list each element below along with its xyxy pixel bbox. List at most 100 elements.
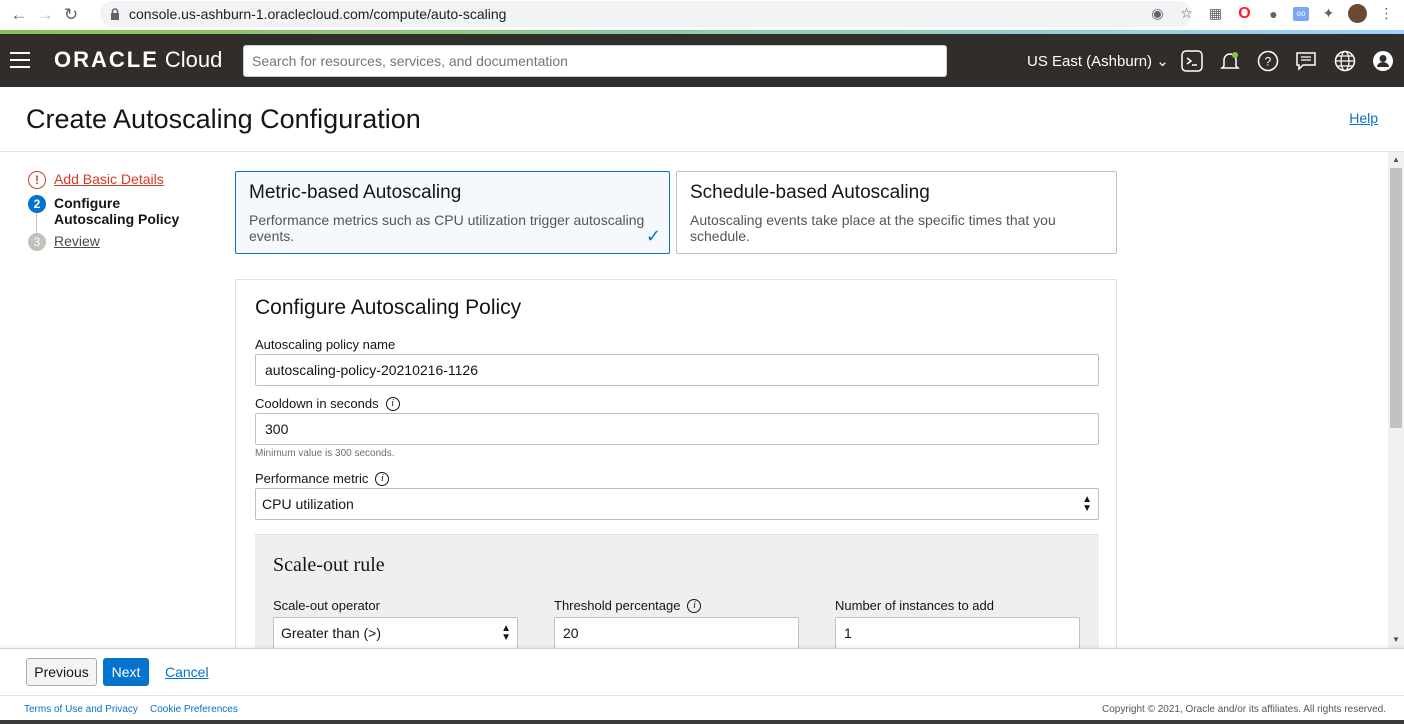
input-value: 1 [844,625,852,641]
search-input[interactable] [243,45,947,77]
cart-extension-icon[interactable]: ▦ [1206,4,1225,23]
help-circle-icon[interactable]: ? [1256,49,1280,73]
step-add-basic-details[interactable]: ! Add Basic Details [28,171,218,189]
metric-label: Performance metric i [255,471,390,486]
step-number-badge: 3 [28,233,46,251]
next-button[interactable]: Next [103,658,149,686]
step-review[interactable]: 3 Review [28,233,218,251]
instances-to-add-input[interactable]: 1 [835,617,1080,649]
cloud-shell-icon[interactable] [1180,49,1204,73]
section-title: Scale-out rule [273,554,385,576]
policy-name-input[interactable]: autoscaling-policy-20210216-1126 [255,354,1099,386]
user-profile-icon[interactable] [1371,49,1395,73]
back-arrow-icon[interactable]: ← [6,2,32,28]
page-footer: Terms of Use and Privacy Cookie Preferen… [0,695,1404,720]
logo-cloud-text: Cloud [164,47,223,72]
profile-avatar[interactable] [1348,4,1367,23]
schedule-based-card[interactable]: Schedule-based Autoscaling Autoscaling e… [676,171,1117,254]
checkmark-icon: ✓ [645,226,661,246]
wizard-steps: ! Add Basic Details 2 Configure Autoscal… [28,171,218,257]
scrollbar-thumb[interactable] [1390,168,1402,428]
globe-icon[interactable] [1333,49,1357,73]
info-icon[interactable]: i [375,471,390,486]
info-icon[interactable]: i [687,598,702,613]
scale-out-operator-select[interactable]: Greater than (>) ▲ ▼ [273,617,518,649]
address-bar[interactable]: console.us-ashburn-1.oraclecloud.com/com… [100,1,1192,27]
cooldown-label: Cooldown in seconds i [255,396,400,411]
select-value: CPU utilization [262,496,354,512]
input-value: 20 [563,625,579,641]
page-scrollbar[interactable]: ▲ ▼ [1388,152,1404,648]
console-header: ORACLECloud US East (Ashburn) ⌄ ? [0,34,1404,87]
reload-icon[interactable]: ↻ [58,2,84,28]
scale-out-rule-section: Scale-out rule Scale-out operator Greate… [255,534,1099,660]
label-text: Performance metric [255,471,369,486]
page-header: Create Autoscaling Configuration Help [0,87,1404,152]
page-title: Create Autoscaling Configuration [26,104,421,134]
card-description: Autoscaling events take place at the spe… [690,212,1056,244]
select-arrows-icon: ▲ ▼ [501,623,511,643]
select-arrows-icon: ▲ ▼ [1082,494,1092,514]
extensions-area: ◉ ☆ ▦ O ● oo ✦ ⋮ [1148,4,1396,23]
cancel-link[interactable]: Cancel [165,664,209,680]
label-text: Threshold percentage [554,598,681,613]
kebab-menu-icon[interactable]: ⋮ [1377,4,1396,23]
cooldown-helper-text: Minimum value is 300 seconds. [255,448,395,459]
blue-extension-icon[interactable]: oo [1293,6,1309,21]
step-number-badge: 2 [28,195,46,213]
error-icon: ! [28,171,46,189]
step-configure-policy: 2 Configure Autoscaling Policy [28,195,218,227]
logo-oracle-text: ORACLE [54,47,159,72]
feedback-chat-icon[interactable] [1294,49,1318,73]
terms-link[interactable]: Terms of Use and Privacy [24,704,138,715]
input-value: autoscaling-policy-20210216-1126 [265,362,479,378]
form-title: Configure Autoscaling Policy [255,296,522,319]
scroll-down-arrow-icon[interactable]: ▼ [1392,635,1400,644]
region-selector[interactable]: US East (Ashburn) ⌄ [1027,52,1169,70]
help-link[interactable]: Help [1349,110,1378,126]
wizard-action-bar: Previous Next Cancel [0,648,1404,695]
oracle-cloud-logo[interactable]: ORACLE Cloud [54,47,222,73]
browser-toolbar: ← → ↻ console.us-ashburn-1.oraclecloud.c… [0,0,1404,30]
label-text: Autoscaling policy name [255,337,396,352]
forward-arrow-icon[interactable]: → [32,2,58,28]
copyright-text: Copyright © 2021, Oracle and/or its affi… [1102,704,1386,715]
label-text: Cooldown in seconds [255,396,379,411]
label-text: Number of instances to add [835,598,994,613]
input-value: 300 [265,421,289,437]
region-label: US East (Ashburn) [1027,53,1153,70]
policy-name-label: Autoscaling policy name [255,337,395,352]
step-label: Review [54,233,100,249]
bell-icon[interactable] [1218,49,1242,73]
scroll-up-arrow-icon[interactable]: ▲ [1392,155,1400,164]
opera-extension-icon[interactable]: O [1235,4,1254,23]
step-label: Configure Autoscaling Policy [54,195,180,227]
card-description: Performance metrics such as CPU utilizat… [249,212,645,244]
performance-metric-select[interactable]: CPU utilization ▲ ▼ [255,488,1099,520]
step-label: Add Basic Details [54,171,164,187]
lock-icon [111,8,119,20]
puzzle-icon[interactable]: ✦ [1319,4,1338,23]
url-text: console.us-ashburn-1.oraclecloud.com/com… [129,6,507,22]
cooldown-input[interactable]: 300 [255,413,1099,445]
card-title: Metric-based Autoscaling [249,182,462,203]
chevron-down-icon: ⌄ [1156,53,1169,70]
hamburger-menu-icon[interactable] [10,52,30,68]
star-icon[interactable]: ☆ [1177,4,1196,23]
metric-based-card[interactable]: Metric-based Autoscaling Performance met… [235,171,670,254]
threshold-input[interactable]: 20 [554,617,799,649]
instances-label: Number of instances to add [835,598,994,613]
circle-extension-icon[interactable]: ● [1264,4,1283,23]
card-title: Schedule-based Autoscaling [690,182,930,203]
info-icon[interactable]: i [385,396,400,411]
eye-off-icon[interactable]: ◉ [1148,4,1167,23]
cookie-preferences-link[interactable]: Cookie Preferences [150,704,238,715]
svg-text:?: ? [1265,55,1272,69]
previous-button[interactable]: Previous [26,658,97,686]
operator-label: Scale-out operator [273,598,380,613]
autoscaling-policy-form: Configure Autoscaling Policy Autoscaling… [235,279,1117,660]
threshold-label: Threshold percentage i [554,598,702,613]
select-value: Greater than (>) [281,625,381,641]
taskbar-strip [0,720,1404,724]
label-text: Scale-out operator [273,598,380,613]
